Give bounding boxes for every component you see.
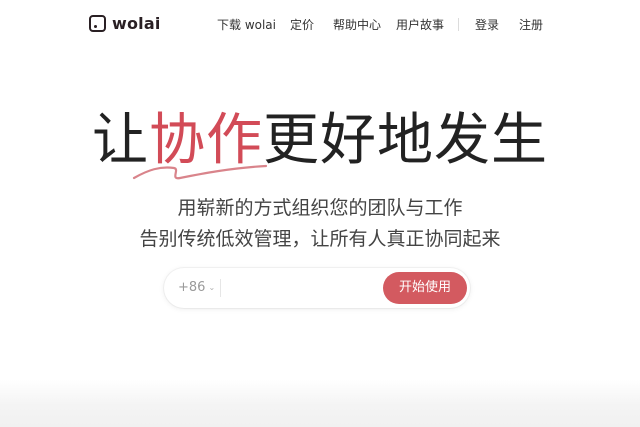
- top-nav: 下载 wolai 定价 帮助中心 用户故事 登录 注册: [0, 17, 640, 33]
- chevron-down-icon: ⌄: [208, 283, 216, 292]
- bottom-fade: [0, 380, 640, 427]
- country-code-value: +86: [178, 280, 206, 295]
- field-separator: [220, 279, 221, 297]
- scribble-underline-icon: [132, 164, 268, 180]
- headline-suffix: 更好地发生: [263, 108, 548, 173]
- country-code-select[interactable]: +86 ⌄: [178, 280, 215, 295]
- login-link[interactable]: 登录: [475, 17, 499, 33]
- hero-subtitle-line2: 告别传统低效管理，让所有人真正协同起来: [139, 228, 501, 250]
- landing-page: wolai 下载 wolai 定价 帮助中心 用户故事 登录 注册 让协作更好地…: [0, 0, 640, 427]
- register-link[interactable]: 注册: [519, 17, 543, 33]
- signup-form: +86 ⌄ 开始使用: [164, 268, 470, 308]
- nav-download-link[interactable]: 下载 wolai: [217, 17, 276, 33]
- nav-divider: [458, 18, 459, 31]
- hero-subtitle-line1: 用崭新的方式组织您的团队与工作: [177, 197, 463, 219]
- start-button[interactable]: 开始使用: [383, 272, 467, 304]
- nav-pricing-link[interactable]: 定价: [290, 17, 314, 33]
- nav-stories-link[interactable]: 用户故事: [396, 17, 444, 33]
- phone-input[interactable]: [226, 276, 380, 302]
- hero-headline: 让协作更好地发生: [0, 108, 640, 174]
- nav-help-link[interactable]: 帮助中心: [333, 17, 381, 33]
